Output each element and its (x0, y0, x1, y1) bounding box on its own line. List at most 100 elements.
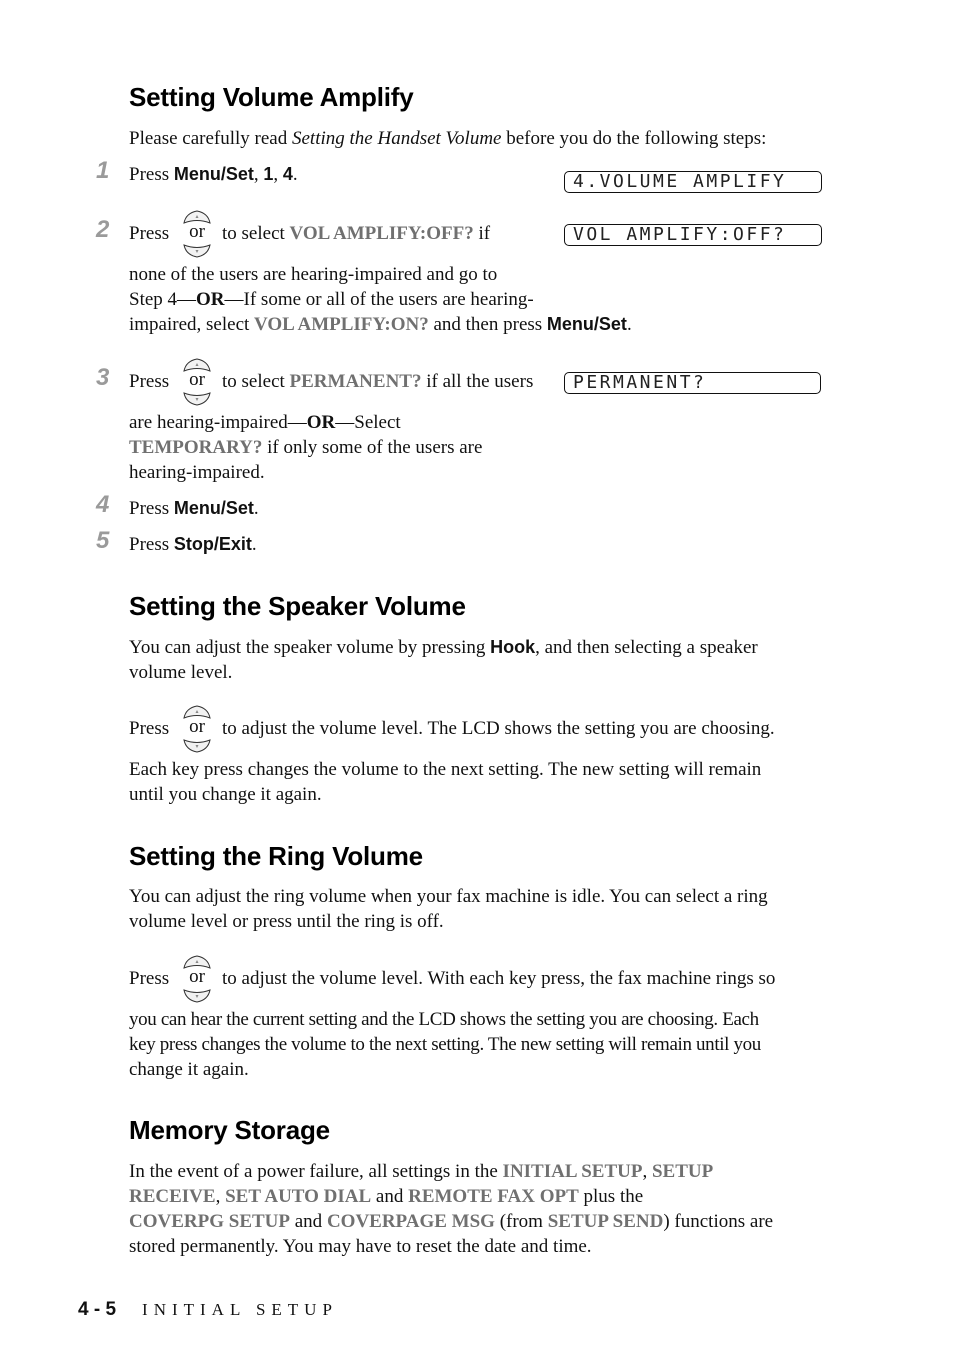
separator: , (273, 164, 283, 185)
or-label: or (189, 369, 205, 390)
period: . (292, 164, 298, 185)
menu-set-auto-dial: SET AUTO DIAL (225, 1186, 372, 1207)
press-text: Press (129, 534, 174, 555)
step-3-line-4: hearing-impaired. (129, 462, 265, 483)
stop-exit-key: Stop/Exit (173, 534, 252, 554)
menu-option-vol-amplify-on: VOL AMPLIFY:ON? (254, 314, 429, 335)
text: impaired, select (129, 314, 255, 335)
text: if only some of the users are (262, 437, 483, 458)
chapter-title: INITIAL SETUP (142, 1300, 338, 1319)
page-footer: 4 - 5 INITIAL SETUP (78, 1299, 338, 1321)
heading-volume-amplify: Setting Volume Amplify (129, 82, 414, 112)
ring-note-line-2: key press changes the volume to the next… (129, 1034, 761, 1055)
or-emphasis: OR (196, 289, 225, 310)
press-text: Press (129, 164, 174, 185)
text: and then press (428, 314, 547, 335)
step-4-text: Press Menu/Set. (129, 496, 259, 521)
menu-coverpg-setup: COVERPG SETUP (129, 1211, 290, 1232)
menu-set-key: Menu/Set (173, 164, 254, 184)
lcd-display-permanent: PERMANENT? (564, 372, 821, 394)
down-arrow-key-icon (183, 989, 211, 1003)
speaker-paragraph-line-1: You can adjust the speaker volume by pre… (129, 635, 758, 660)
memory-line-4: stored permanently. You may have to rese… (129, 1236, 592, 1257)
text: if (473, 223, 491, 244)
menu-set-key: Menu/Set (173, 498, 254, 518)
menu-remote-fax-opt: REMOTE FAX OPT (408, 1186, 579, 1207)
memory-line-3: COVERPG SETUP and COVERPAGE MSG (from SE… (129, 1209, 773, 1234)
menu-set-key: Menu/Set (546, 314, 627, 334)
step-number: 2 (96, 216, 110, 243)
period: . (626, 314, 632, 335)
step-3-line-3: TEMPORARY? if only some of the users are (129, 435, 482, 460)
step-number: 4 (96, 491, 110, 518)
speaker-note-line-1: Each key press changes the volume to the… (129, 759, 762, 780)
ring-note-line-1: you can hear the current setting and the… (129, 1009, 759, 1030)
menu-initial-setup: INITIAL SETUP (502, 1161, 643, 1182)
text: to select (222, 223, 290, 244)
up-down-nav-keys: or (180, 358, 214, 406)
text: and (371, 1186, 409, 1207)
up-down-nav-keys: or (180, 705, 214, 753)
text: , (642, 1161, 652, 1182)
text: are hearing-impaired— (129, 412, 307, 433)
speaker-adjust-text: to adjust the volume level. The LCD show… (222, 718, 775, 739)
press-text: Press (129, 718, 170, 739)
period: . (251, 534, 257, 555)
menu-option-temporary: TEMPORARY? (129, 437, 263, 458)
text: if all the users (421, 371, 534, 392)
text: to select (222, 371, 290, 392)
heading-memory-storage: Memory Storage (129, 1115, 330, 1145)
text: —If some or all of the users are hearing… (224, 289, 534, 310)
heading-ring-volume: Setting the Ring Volume (129, 841, 423, 871)
key-1: 1 (263, 164, 274, 184)
speaker-paragraph-line-2: volume level. (129, 662, 233, 683)
menu-setup-receive: SETUP (651, 1161, 714, 1182)
press-text: Press (129, 371, 170, 392)
menu-option-vol-amplify-off: VOL AMPLIFY:OFF? (289, 223, 474, 244)
period: . (253, 498, 259, 519)
down-arrow-key-icon (183, 739, 211, 753)
lcd-display-vol-amplify-off: VOL AMPLIFY:OFF? (564, 224, 822, 246)
separator: , (253, 164, 264, 185)
down-arrow-key-icon (183, 244, 211, 258)
key-4: 4 (282, 164, 293, 184)
text: You can adjust the speaker volume by pre… (129, 637, 491, 658)
ring-paragraph-line-1: You can adjust the ring volume when your… (129, 886, 768, 907)
step-number: 3 (96, 364, 110, 391)
text: ) functions are (663, 1211, 774, 1232)
step-3-line-1: to select PERMANENT? if all the users (222, 369, 533, 394)
intro-text-end: before you do the following steps: (501, 128, 767, 149)
text: and (290, 1211, 327, 1232)
intro-paragraph: Please carefully read Setting the Handse… (129, 126, 766, 151)
step-number: 1 (96, 157, 110, 184)
step-2-line-4: impaired, select VOL AMPLIFY:ON? and the… (129, 312, 632, 337)
press-text: Press (129, 223, 170, 244)
ring-adjust-text: to adjust the volume level. With each ke… (222, 968, 776, 989)
text: —Select (335, 412, 401, 433)
page-number: 4 - 5 (78, 1299, 117, 1320)
menu-setup-receive: RECEIVE (129, 1186, 216, 1207)
handset-volume-reference: Setting the Handset Volume (292, 128, 502, 149)
down-arrow-key-icon (183, 392, 211, 406)
text: , (215, 1186, 226, 1207)
text: Step 4— (129, 289, 197, 310)
press-text: Press (129, 498, 174, 519)
memory-line-2: RECEIVE, SET AUTO DIAL and REMOTE FAX OP… (129, 1184, 643, 1209)
up-down-nav-keys: or (180, 955, 214, 1003)
press-text: Press (129, 968, 170, 989)
menu-option-permanent: PERMANENT? (289, 371, 422, 392)
or-label: or (189, 966, 205, 987)
memory-line-1: In the event of a power failure, all set… (129, 1159, 713, 1184)
text: plus the (578, 1186, 644, 1207)
or-label: or (189, 221, 205, 242)
text: In the event of a power failure, all set… (129, 1161, 503, 1182)
speaker-note-line-2: until you change it again. (129, 784, 322, 805)
menu-coverpage-msg: COVERPAGE MSG (326, 1211, 495, 1232)
step-1-text: Press Menu/Set, 1, 4. (129, 162, 298, 187)
text: (from (494, 1211, 548, 1232)
ring-paragraph-line-2: volume level or press until the ring is … (129, 911, 444, 932)
step-2-line-1: to select VOL AMPLIFY:OFF? if (222, 221, 490, 246)
step-number: 5 (96, 527, 110, 554)
step-5-text: Press Stop/Exit. (129, 532, 257, 557)
step-2-line-3: Step 4—OR—If some or all of the users ar… (129, 287, 534, 312)
